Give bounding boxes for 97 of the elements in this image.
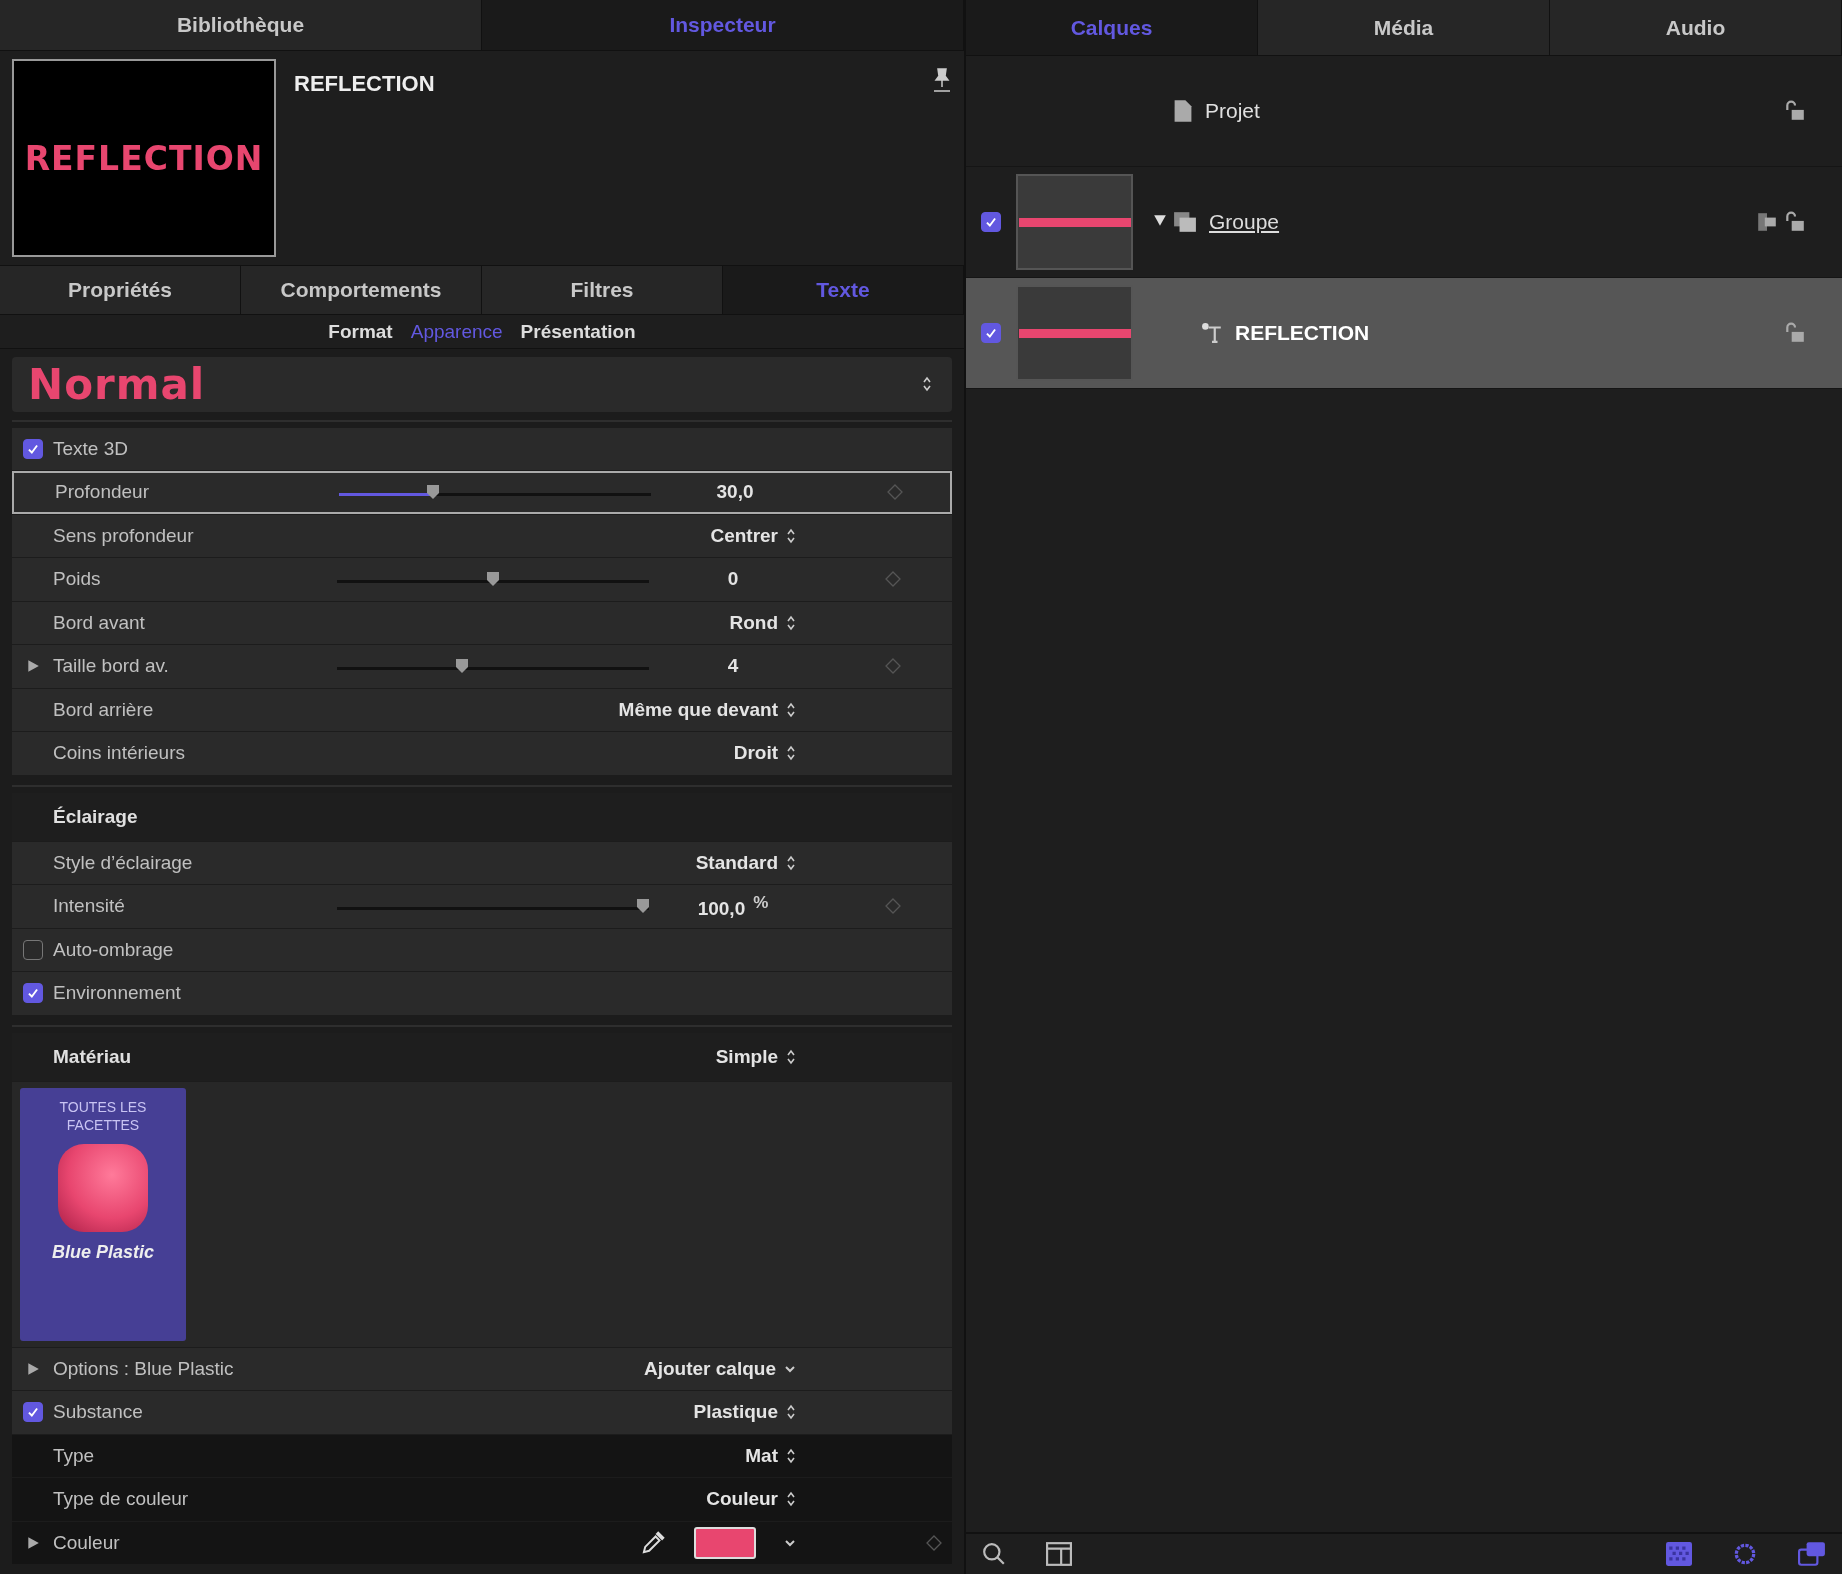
preset-dropdown[interactable]: Normal <box>12 356 952 412</box>
checkbox[interactable] <box>22 983 43 1004</box>
stepper-icon <box>786 1447 796 1464</box>
pin-icon[interactable] <box>932 67 952 93</box>
color-swatch[interactable] <box>694 1526 756 1559</box>
property-label: Bord avant <box>53 611 146 634</box>
property-label: Intensité <box>53 895 126 918</box>
chevron-down-icon <box>784 1364 796 1373</box>
expand-triangle-icon[interactable] <box>1153 213 1167 227</box>
stepper-icon <box>786 1491 796 1508</box>
popup-menu[interactable]: Standard <box>689 850 810 875</box>
material-tile[interactable]: TOUTES LES FACETTES Blue Plastic <box>20 1087 186 1341</box>
stepper-icon <box>786 527 796 544</box>
search-icon[interactable] <box>982 1542 1006 1566</box>
object-title: REFLECTION <box>294 70 436 98</box>
property-label: Coins intérieurs <box>53 742 186 765</box>
lock-icon[interactable] <box>1784 211 1806 233</box>
tab[interactable]: Audio <box>1550 0 1842 55</box>
property-label: Poids <box>53 568 102 591</box>
value-field[interactable]: 4 <box>656 655 810 678</box>
stepper-icon <box>786 854 796 871</box>
popup-menu[interactable]: Droit <box>727 741 810 766</box>
tab[interactable]: Propriétés <box>0 266 241 315</box>
stepper-icon <box>786 701 796 718</box>
layer-name[interactable]: REFLECTION <box>1235 321 1784 345</box>
checkmark-icon <box>984 326 998 340</box>
property-label: Options : Blue Plastic <box>53 1357 235 1380</box>
property-label: Texte 3D <box>53 437 129 460</box>
stepper-icon <box>786 1048 796 1065</box>
layer-row[interactable]: REFLECTION <box>966 278 1842 389</box>
popup-menu[interactable]: Plastique <box>687 1400 810 1425</box>
eyedropper-icon[interactable] <box>640 1529 666 1556</box>
window-icon[interactable] <box>1046 1542 1072 1566</box>
property-label: Substance <box>53 1401 144 1424</box>
tab[interactable]: Filtres <box>482 266 723 315</box>
property-label: Taille bord av. <box>53 655 170 678</box>
property-label: Profondeur <box>55 481 150 504</box>
checkbox[interactable] <box>981 212 1001 232</box>
disclosure-triangle-icon[interactable] <box>25 1535 40 1550</box>
property-label: Couleur <box>53 1531 121 1554</box>
popup-menu[interactable]: Centrer <box>704 523 810 548</box>
property-label: Style d’éclairage <box>53 851 194 874</box>
slider-thumb[interactable] <box>635 898 650 915</box>
value-field[interactable]: 100,0 $^{%}$ <box>656 892 810 920</box>
value-field[interactable]: 30,0 <box>658 481 812 504</box>
tab[interactable]: Média <box>1258 0 1550 55</box>
popup-menu[interactable]: Couleur <box>700 1487 810 1512</box>
checkerboard-icon[interactable] <box>1666 1542 1692 1566</box>
stacked-windows-icon[interactable] <box>1798 1541 1826 1567</box>
layer-row[interactable]: Projet <box>966 56 1842 167</box>
slider-thumb[interactable] <box>486 571 500 588</box>
checkbox[interactable] <box>981 323 1001 343</box>
property-label: Environnement <box>53 982 182 1005</box>
tab[interactable]: Présentation <box>520 320 636 343</box>
property-label: Type <box>53 1444 96 1467</box>
preview-text: REFLECTION <box>24 138 264 178</box>
tile-caption: TOUTES LES FACETTES <box>58 1097 148 1134</box>
slider-thumb[interactable] <box>425 484 440 501</box>
tab[interactable]: Format <box>328 320 393 343</box>
checkbox[interactable] <box>22 939 43 960</box>
lock-icon[interactable] <box>1784 322 1806 344</box>
disclosure-triangle-icon[interactable] <box>25 1361 40 1376</box>
popup-menu[interactable]: Même que devant <box>612 697 810 722</box>
tab[interactable]: Bibliothèque <box>0 0 482 50</box>
keyframe-diamond-icon[interactable] <box>925 1534 942 1551</box>
stack-icon[interactable] <box>1756 211 1778 233</box>
text-layer-icon <box>1201 322 1223 344</box>
property-label: Éclairage <box>53 805 139 828</box>
popup-menu[interactable]: Mat <box>739 1443 810 1468</box>
chevron-down-icon <box>784 1538 796 1547</box>
property-label: Type de couleur <box>53 1488 190 1511</box>
checkmark-icon <box>984 215 998 229</box>
checkbox[interactable] <box>22 438 43 459</box>
property-label: Bord arrière <box>53 698 155 721</box>
document-icon <box>1173 99 1193 123</box>
layer-row[interactable]: Groupe <box>966 167 1842 278</box>
slider-thumb[interactable] <box>454 658 469 675</box>
stepper-icon <box>786 614 796 631</box>
value-field[interactable]: 0 <box>656 568 810 591</box>
checkbox[interactable] <box>22 1402 43 1423</box>
layer-name[interactable]: Projet <box>1205 99 1784 123</box>
disclosure-triangle-icon[interactable] <box>25 659 40 674</box>
popup-menu[interactable]: Simple <box>709 1044 810 1069</box>
stepper-icon <box>922 376 932 393</box>
property-label: Auto-ombrage <box>53 938 175 961</box>
stepper-icon <box>786 1404 796 1421</box>
tab[interactable]: Comportements <box>241 266 482 315</box>
stacked-squares-icon <box>1173 211 1197 233</box>
popup-menu[interactable]: Rond <box>723 610 810 635</box>
popup-menu[interactable]: Ajouter calque <box>638 1356 810 1381</box>
stepper-icon <box>786 745 796 762</box>
material-name: Blue Plastic <box>51 1241 154 1263</box>
lock-icon[interactable] <box>1784 100 1806 122</box>
layer-name[interactable]: Groupe <box>1209 210 1756 234</box>
property-label: Matériau <box>53 1045 133 1068</box>
property-label: Sens profondeur <box>53 524 195 547</box>
plastic-cube-icon <box>58 1143 148 1232</box>
